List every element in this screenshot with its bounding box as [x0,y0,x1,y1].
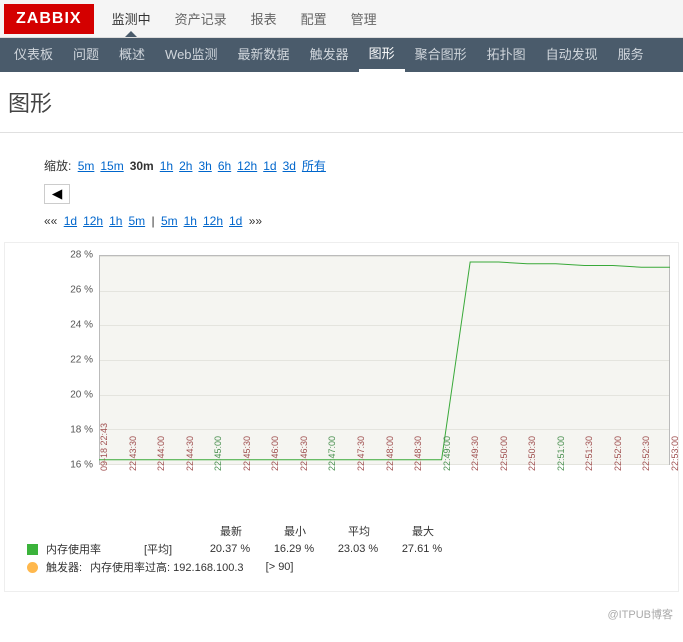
ytick: 18 % [70,425,93,436]
subnav-overview[interactable]: 概述 [109,38,155,72]
stat-head-min: 最小 [267,523,323,539]
trigger-cond: [> 90] [266,561,294,573]
fwd-1h[interactable]: 1h [184,214,197,228]
ytick: 20 % [70,390,93,401]
zoom-6h[interactable]: 6h [218,159,231,173]
back-12h[interactable]: 12h [83,214,103,228]
top-nav: ZABBIX 监测中 资产记录 报表 配置 管理 [0,0,683,38]
fwd-5m[interactable]: 5m [161,214,178,228]
zoom-3d[interactable]: 3d [283,159,296,173]
subnav-dashboard[interactable]: 仪表板 [4,38,63,72]
zoom-所有[interactable]: 所有 [302,159,326,173]
nav-reports[interactable]: 报表 [239,9,289,28]
back-5m[interactable]: 5m [128,214,145,228]
watermark: @ITPUB博客 [0,600,683,628]
zoom-label: 缩放: [44,159,71,173]
legend: 最新 最小 平均 最大 内存使用率 [平均] 20.37 % 16.29 % 2… [13,515,670,583]
fwd-12h[interactable]: 12h [203,214,223,228]
zoom-3h[interactable]: 3h [198,159,211,173]
ytick: 28 % [70,250,93,261]
nav-admin[interactable]: 管理 [339,9,389,28]
time-prefix: «« [44,214,57,228]
zoom-2h[interactable]: 2h [179,159,192,173]
trigger-label: 触发器: [46,559,82,575]
fwd-1d[interactable]: 1d [229,214,242,228]
ytick: 22 % [70,355,93,366]
ytick: 16 % [70,460,93,471]
trigger-text: 内存使用率过高: 192.168.100.3 [90,559,243,575]
zoom-30m[interactable]: 30m [130,159,154,173]
prev-button[interactable]: ◀ [44,184,70,204]
nav-inventory[interactable]: 资产记录 [163,9,239,28]
xtick: 22:53:00 [670,436,683,471]
back-1d[interactable]: 1d [64,214,77,228]
nav-config[interactable]: 配置 [289,9,339,28]
zoom-5m[interactable]: 5m [78,159,95,173]
back-1h[interactable]: 1h [109,214,122,228]
sub-nav: 仪表板 问题 概述 Web监测 最新数据 触发器 图形 聚合图形 拓扑图 自动发… [0,38,683,72]
stat-avg: 23.03 % [330,543,386,555]
subnav-triggers[interactable]: 触发器 [300,38,359,72]
time-suffix: »» [249,214,262,228]
legend-name: 内存使用率 [46,541,136,557]
stat-head-max: 最大 [395,523,451,539]
nav-monitoring[interactable]: 监测中 [100,9,163,28]
stat-max: 27.61 % [394,543,450,555]
time-bar: «« 1d 12h 1h 5m | 5m 1h 12h 1d »» [4,208,679,234]
stat-head-avg: 平均 [331,523,387,539]
subnav-latest[interactable]: 最新数据 [228,38,300,72]
chart: 16 %18 %20 %22 %24 %26 %28 % 09-18 22:43… [4,242,679,592]
stat-min: 16.29 % [266,543,322,555]
subnav-services[interactable]: 服务 [608,38,654,72]
trigger-color-icon [27,562,38,573]
logo: ZABBIX [4,4,94,34]
time-sep: | [151,214,154,228]
subnav-web[interactable]: Web监测 [155,38,228,72]
legend-color-icon [27,544,38,555]
subnav-graphs[interactable]: 图形 [359,38,405,72]
subnav-screens[interactable]: 聚合图形 [405,38,477,72]
subnav-maps[interactable]: 拓扑图 [477,38,536,72]
stat-head-latest: 最新 [203,523,259,539]
zoom-1h[interactable]: 1h [160,159,173,173]
zoom-bar: 缩放: 5m 15m 30m 1h 2h 3h 6h 12h 1d 3d 所有 [4,151,679,180]
ytick: 24 % [70,320,93,331]
subnav-discovery[interactable]: 自动发现 [536,38,608,72]
zoom-1d[interactable]: 1d [263,159,276,173]
subnav-problems[interactable]: 问题 [63,38,109,72]
zoom-12h[interactable]: 12h [237,159,257,173]
page-title: 图形 [0,72,683,133]
zoom-15m[interactable]: 15m [100,159,123,173]
stat-latest: 20.37 % [202,543,258,555]
legend-agg: [平均] [144,541,194,557]
ytick: 26 % [70,285,93,296]
